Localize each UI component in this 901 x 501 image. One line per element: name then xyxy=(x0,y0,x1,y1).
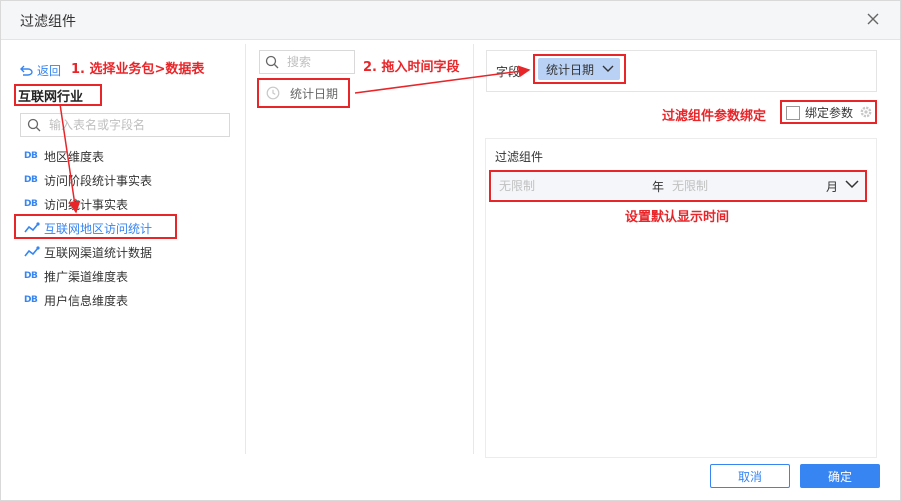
annotation-arrow-step1 xyxy=(59,103,81,214)
annotation-arrow-step2 xyxy=(354,65,531,94)
annotation-arrows xyxy=(59,65,531,214)
